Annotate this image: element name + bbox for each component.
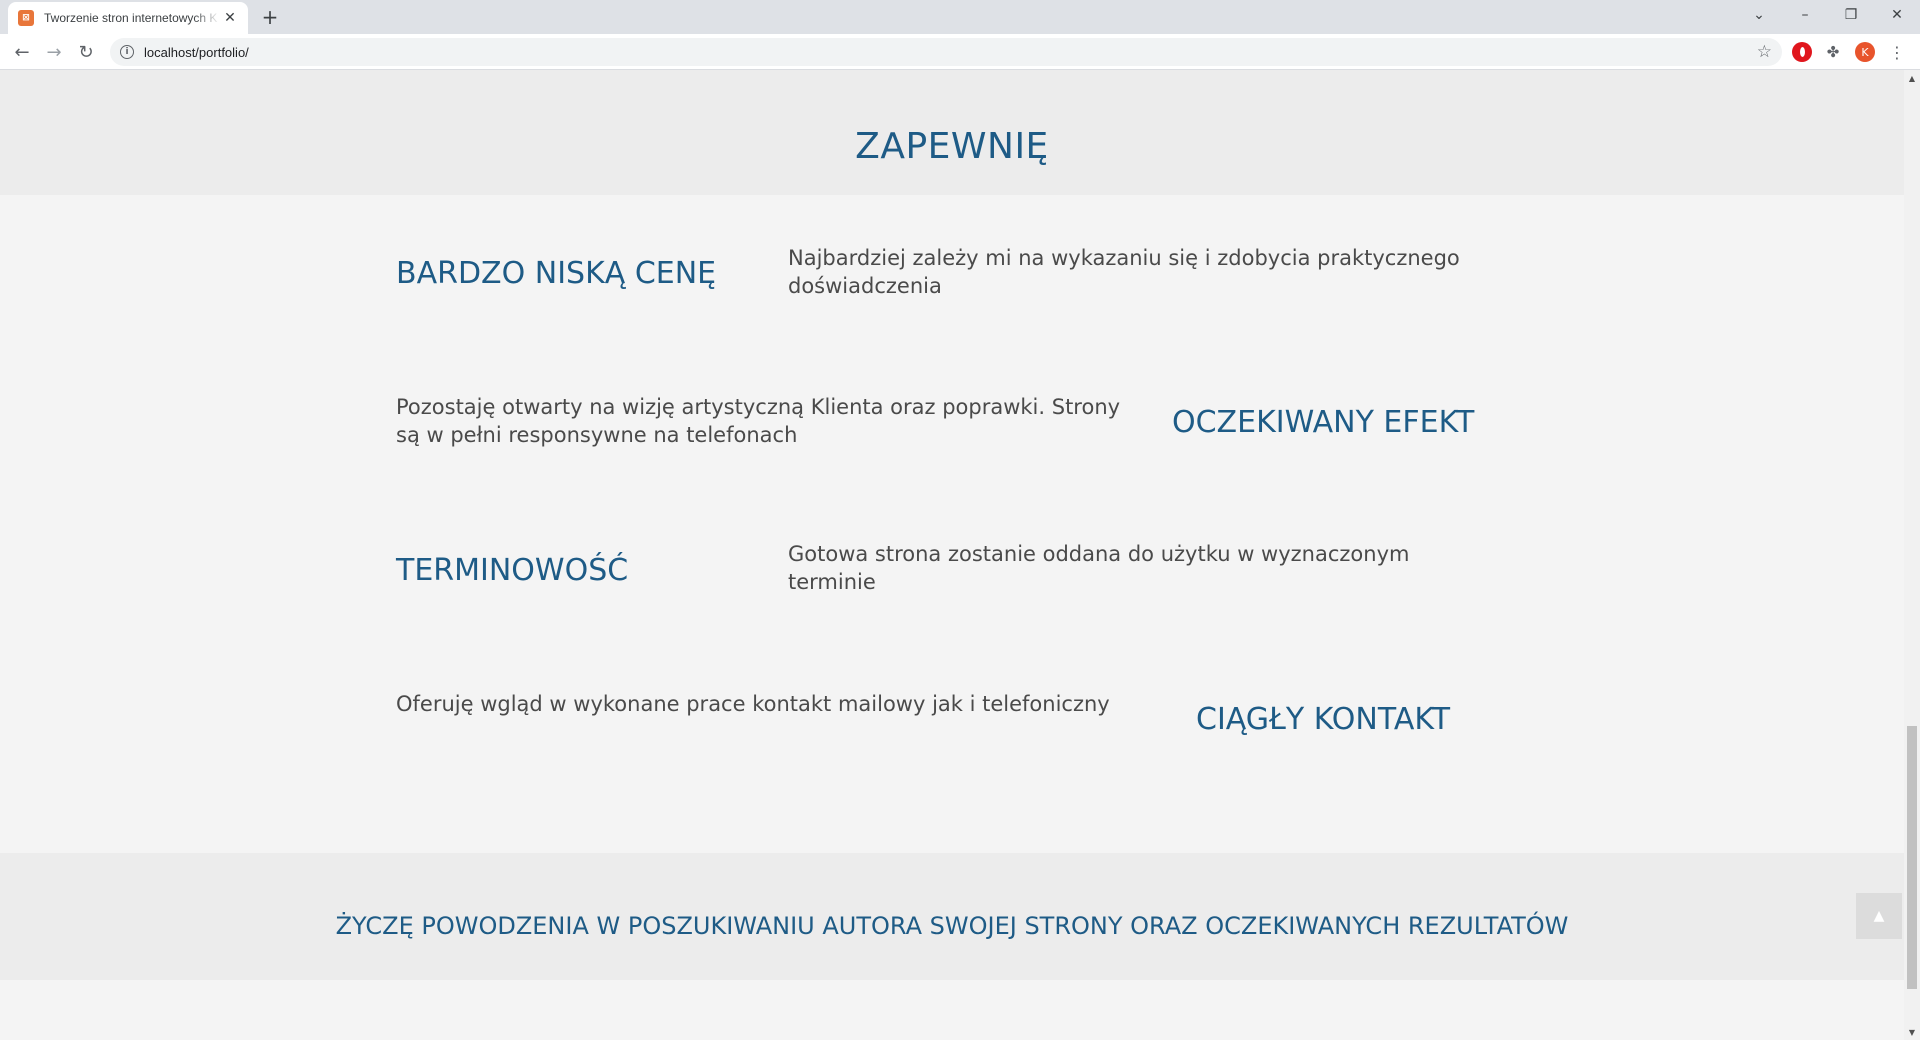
page-scrollbar[interactable]: ▲ ▼: [1904, 70, 1920, 1040]
browser-tab[interactable]: ⊠ Tworzenie stron internetowych K ✕: [8, 2, 248, 34]
site-info-icon[interactable]: i: [120, 45, 134, 59]
address-bar[interactable]: i localhost/portfolio/ ☆: [110, 38, 1782, 66]
browser-menu-icon[interactable]: ⋮: [1887, 42, 1907, 62]
close-window-button[interactable]: ✕: [1874, 0, 1920, 30]
xampp-icon: ⊠: [18, 10, 34, 26]
close-tab-icon[interactable]: ✕: [222, 10, 238, 26]
opera-extension-icon[interactable]: [1792, 42, 1812, 62]
scroll-up-arrow-icon[interactable]: ▲: [1904, 70, 1920, 86]
section-title: ZAPEWNIĘ: [855, 126, 1049, 167]
extensions-puzzle-icon[interactable]: ✤: [1823, 42, 1843, 62]
closing-message: ŻYCZĘ POWODZENIA W POSZUKIWANIU AUTORA S…: [335, 912, 1569, 940]
tab-strip: ⊠ Tworzenie stron internetowych K ✕ + ⌄ …: [0, 0, 1920, 34]
feature-heading-effect: OCZEKIWANY EFEKT: [1172, 405, 1475, 440]
feature-heading-timeliness: TERMINOWOŚĆ: [396, 553, 629, 588]
tab-title: Tworzenie stron internetowych K: [44, 11, 218, 25]
url-text[interactable]: localhost/portfolio/: [144, 45, 249, 60]
bookmark-star-icon[interactable]: ☆: [1757, 42, 1772, 62]
chevron-up-icon: ▲: [1873, 908, 1885, 924]
feature-heading-contact: CIĄGŁY KONTAKT: [1196, 702, 1451, 737]
profile-avatar[interactable]: K: [1855, 42, 1875, 62]
feature-text-timeliness: Gotowa strona zostanie oddana do użytku …: [788, 542, 1410, 594]
scroll-down-arrow-icon[interactable]: ▼: [1904, 1024, 1920, 1040]
page-viewport: ZAPEWNIĘ BARDZO NISKĄ CENĘ Najbardziej z…: [0, 70, 1904, 1040]
restore-button[interactable]: ❐: [1828, 0, 1874, 30]
minimize-button[interactable]: –: [1782, 0, 1828, 30]
feature-text-effect: Pozostaję otwarty na wizję artystyczną K…: [396, 395, 1121, 447]
tab-search-icon[interactable]: ⌄: [1736, 0, 1782, 30]
browser-toolbar: ← → ↻ i localhost/portfolio/ ☆ ✤ K ⋮: [0, 34, 1920, 70]
feature-text-contact: Oferuję wgląd w wykonane prace kontakt m…: [396, 692, 1110, 716]
forward-arrow-icon[interactable]: →: [40, 38, 68, 66]
back-to-top-button[interactable]: ▲: [1856, 893, 1902, 939]
feature-text-price: Najbardziej zależy mi na wykazaniu się i…: [788, 246, 1460, 298]
scrollbar-thumb[interactable]: [1907, 726, 1917, 989]
feature-heading-price: BARDZO NISKĄ CENĘ: [396, 256, 717, 291]
new-tab-button[interactable]: +: [258, 6, 282, 30]
reload-icon[interactable]: ↻: [72, 38, 100, 66]
back-arrow-icon[interactable]: ←: [8, 38, 36, 66]
